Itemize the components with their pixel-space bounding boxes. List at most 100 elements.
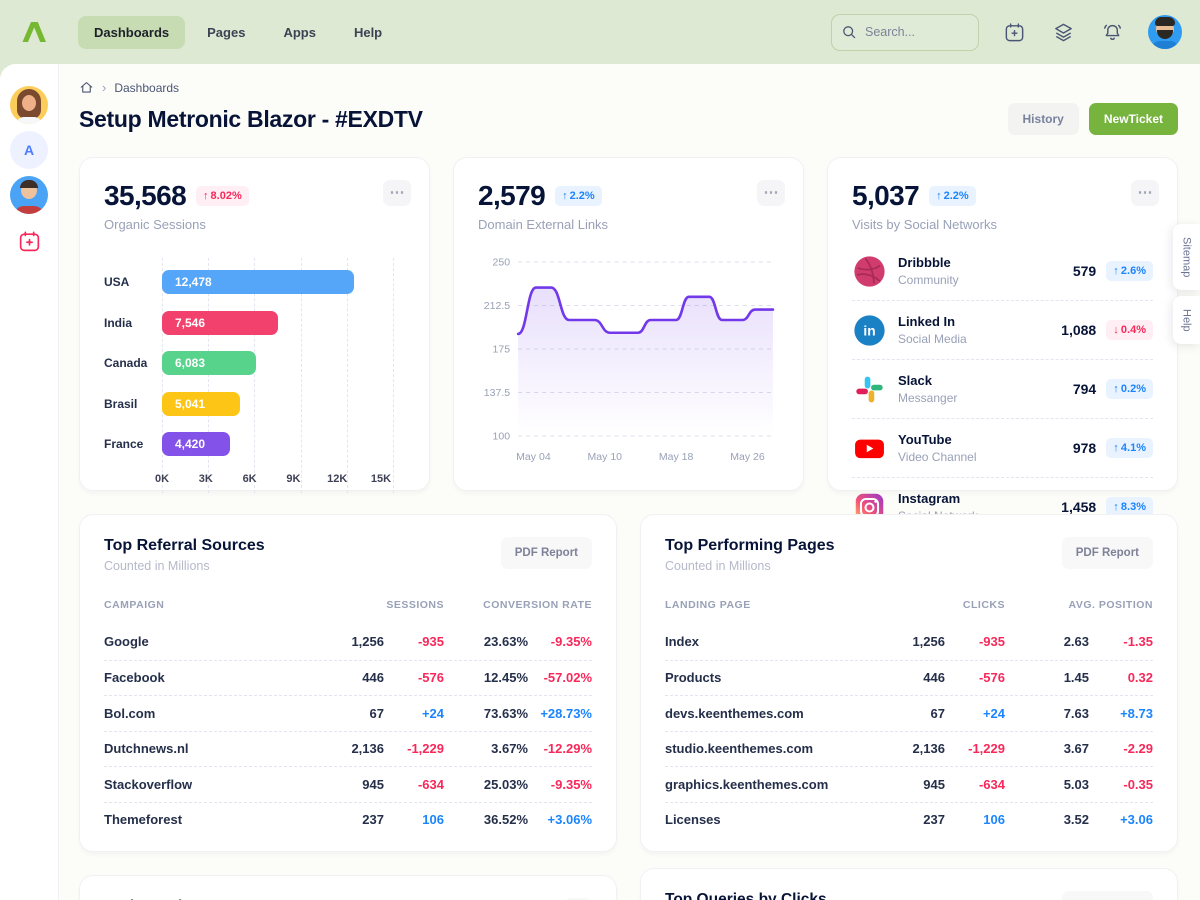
bell-icon[interactable] (1099, 19, 1126, 46)
bar-chart-x-axis: 0K3K6K9K12K15K (162, 473, 381, 493)
dribbble-icon (853, 255, 886, 288)
row-value-1: 67 (320, 706, 384, 721)
pdf-report-button[interactable]: PDF Report (1062, 537, 1153, 569)
social-network-item[interactable]: Dribbble Community 579 ↑ 2.6% (852, 242, 1153, 300)
row-value-2: 12.45% (444, 670, 528, 685)
avatar-woman[interactable] (10, 86, 48, 124)
new-ticket-button[interactable]: NewTicket (1089, 103, 1178, 135)
col-header: CONVERSION RATE (444, 599, 592, 611)
bar-track: 12,478 (162, 270, 393, 294)
top-performing-pages-card: Top Performing Pages Counted in Millions… (640, 514, 1178, 852)
table-row[interactable]: devs.keenthemes.com 67 +24 7.63 +8.73 (665, 695, 1153, 731)
col-header: SESSIONS (320, 599, 444, 611)
bar-category-label: Brasil (104, 397, 162, 411)
network-name: Linked In (898, 314, 967, 329)
table-row[interactable]: Stackoverflow 945 -634 25.03% -9.35% (104, 766, 592, 802)
stat-label: Organic Sessions (104, 217, 405, 232)
quick-access-rail: A (0, 64, 59, 900)
card-menu-button[interactable]: ⋯ (383, 180, 411, 206)
row-delta-2: +3.06 (1089, 812, 1153, 827)
row-delta-2: -2.29 (1089, 741, 1153, 756)
row-delta-2: -9.35% (528, 634, 592, 649)
table-row[interactable]: graphics.keenthemes.com 945 -634 5.03 -0… (665, 766, 1153, 802)
menu-item-dashboards[interactable]: Dashboards (78, 16, 185, 49)
row-value-2: 36.52% (444, 812, 528, 827)
menu-item-pages[interactable]: Pages (191, 16, 261, 49)
table-title: Top Performing Pages (665, 537, 835, 555)
svg-text:May 26: May 26 (730, 451, 765, 463)
stat-value: 35,568 (104, 180, 186, 212)
help-edge-tab[interactable]: Help (1173, 296, 1200, 344)
row-name: Bol.com (104, 706, 320, 721)
row-name: Licenses (665, 812, 881, 827)
social-network-item[interactable]: in Linked In Social Media 1,088 ↓ 0.4% (852, 300, 1153, 359)
card-menu-button[interactable]: ⋯ (1131, 180, 1159, 206)
table-subtitle: Counted in Millions (104, 559, 265, 573)
row-value-1: 1,256 (881, 634, 945, 649)
main-content: › Dashboards Setup Metronic Blazor - #EX… (59, 64, 1200, 900)
layers-icon[interactable] (1050, 19, 1077, 46)
bar-row: Canada 6,083 (104, 343, 393, 384)
row-delta-1: -935 (945, 634, 1005, 649)
right-column: Top Performing Pages Counted in Millions… (640, 514, 1178, 900)
row-value-1: 1,256 (320, 634, 384, 649)
menu-item-help[interactable]: Help (338, 16, 398, 49)
svg-text:175: 175 (493, 344, 511, 356)
breadcrumb-item[interactable]: Dashboards (114, 81, 179, 95)
menu-item-apps[interactable]: Apps (267, 16, 332, 49)
table-row[interactable]: Bol.com 67 +24 73.63% +28.73% (104, 695, 592, 731)
bar[interactable]: 4,420 (162, 432, 230, 456)
row-delta-1: -634 (384, 777, 444, 792)
table-row[interactable]: Dutchnews.nl 2,136 -1,229 3.67% -12.29% (104, 731, 592, 767)
row-delta-1: +24 (945, 706, 1005, 721)
network-value: 1,458 (1061, 499, 1096, 515)
bar-value-label: 4,420 (175, 437, 205, 451)
row-name: Products (665, 670, 881, 685)
table-row[interactable]: studio.keenthemes.com 2,136 -1,229 3.67 … (665, 731, 1153, 767)
network-category: Community (898, 273, 959, 287)
logo-icon (17, 15, 51, 49)
pdf-report-button[interactable]: PDF Report (1062, 891, 1153, 900)
table-row[interactable]: Facebook 446 -576 12.45% -57.02% (104, 660, 592, 696)
table-row[interactable]: Products 446 -576 1.45 0.32 (665, 660, 1153, 696)
row-delta-1: 106 (945, 812, 1005, 827)
row-delta-1: -1,229 (384, 741, 444, 756)
letter-avatar[interactable]: A (10, 131, 48, 169)
bar[interactable]: 12,478 (162, 270, 354, 294)
col-header: AVG. POSITION (1005, 599, 1153, 611)
avatar-man[interactable] (10, 176, 48, 214)
table-row[interactable]: Licenses 237 106 3.52 +3.06 (665, 802, 1153, 838)
row-delta-2: +8.73 (1089, 706, 1153, 721)
bar-row: India 7,546 (104, 303, 393, 344)
main-menu: Dashboards Pages Apps Help (78, 16, 398, 49)
network-name: Instagram (898, 491, 978, 506)
top-queries-card: Top Queries by Clicks PDF Report (640, 868, 1178, 900)
calendar-add-red-icon[interactable] (17, 229, 42, 257)
network-category: Messanger (898, 391, 957, 405)
table-header: CAMPAIGN SESSIONS CONVERSION RATE (104, 599, 592, 624)
home-icon[interactable] (79, 80, 94, 95)
x-tick-label: 6K (243, 473, 257, 485)
row-delta-1: -634 (945, 777, 1005, 792)
table-row[interactable]: Index 1,256 -935 2.63 -1.35 (665, 624, 1153, 660)
social-network-item[interactable]: Slack Messanger 794 ↑ 0.2% (852, 359, 1153, 418)
bar[interactable]: 7,546 (162, 311, 278, 335)
card-menu-button[interactable]: ⋯ (757, 180, 785, 206)
calendar-add-icon[interactable] (1001, 19, 1028, 46)
history-button[interactable]: History (1008, 103, 1079, 135)
user-avatar[interactable] (1148, 15, 1182, 49)
x-tick-label: 12K (327, 473, 347, 485)
pdf-report-button[interactable]: PDF Report (501, 537, 592, 569)
row-value-2: 2.63 (1005, 634, 1089, 649)
row-name: Google (104, 634, 320, 649)
sitemap-edge-tab[interactable]: Sitemap (1173, 224, 1200, 290)
title-row: Setup Metronic Blazor - #EXDTV History N… (79, 103, 1178, 135)
bar[interactable]: 6,083 (162, 351, 256, 375)
social-network-item[interactable]: YouTube Video Channel 978 ↑ 4.1% (852, 418, 1153, 477)
table-row[interactable]: Themeforest 237 106 36.52% +3.06% (104, 802, 592, 838)
row-delta-1: -576 (945, 670, 1005, 685)
table-header: LANDING PAGE CLICKS AVG. POSITION (665, 599, 1153, 624)
social-networks-list: Dribbble Community 579 ↑ 2.6% in Linked … (852, 242, 1153, 536)
table-row[interactable]: Google 1,256 -935 23.63% -9.35% (104, 624, 592, 660)
bar[interactable]: 5,041 (162, 392, 240, 416)
